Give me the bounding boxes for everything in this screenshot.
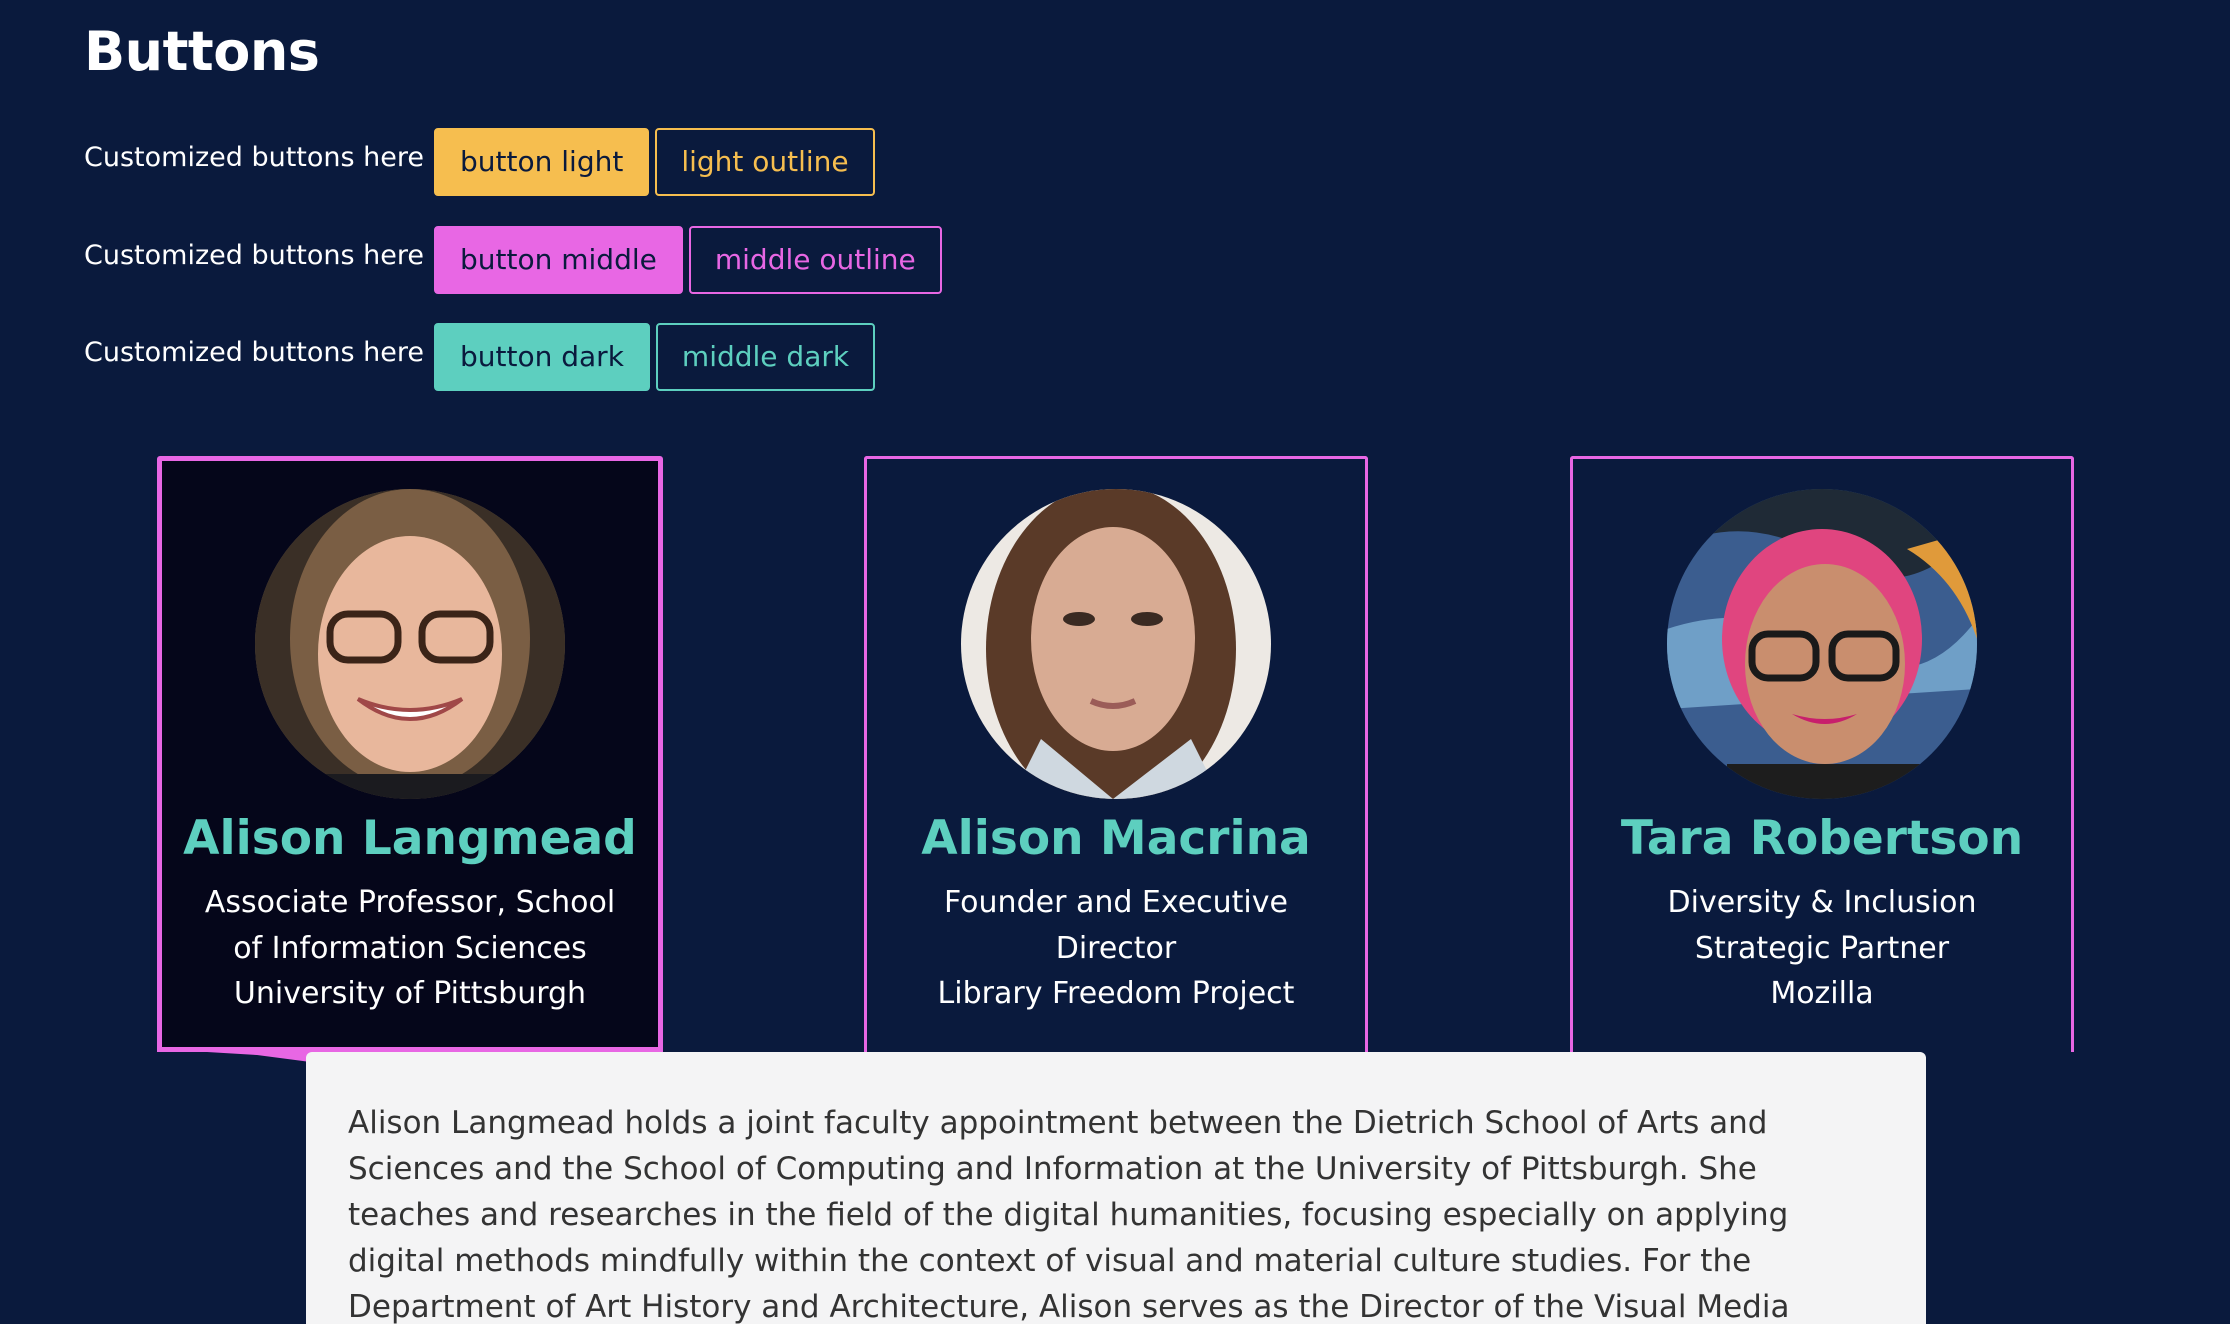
speaker-org: Library Freedom Project — [937, 976, 1295, 1011]
row-label: Customized buttons here — [84, 142, 424, 173]
row-label: Customized buttons here — [84, 337, 424, 368]
middle-outline-button[interactable]: middle outline — [688, 226, 942, 294]
speaker-bio-panel: Alison Langmead holds a joint faculty ap… — [306, 1052, 1926, 1324]
speaker-name: Alison Macrina — [921, 811, 1311, 866]
speaker-photo — [961, 489, 1271, 799]
speaker-name: Tara Robertson — [1620, 811, 2024, 866]
button-row-middle: Customized buttons here button middle mi… — [84, 226, 948, 294]
speaker-photo — [255, 489, 565, 799]
speaker-avatar — [255, 489, 565, 799]
speaker-org: Mozilla — [1770, 976, 1874, 1011]
speaker-avatar — [1667, 489, 1977, 799]
button-row-dark: Customized buttons here button dark midd… — [84, 323, 881, 391]
button-dark[interactable]: button dark — [434, 323, 650, 391]
middle-dark-button[interactable]: middle dark — [655, 323, 876, 391]
speaker-bio-text: Alison Langmead holds a joint faculty ap… — [348, 1105, 1790, 1324]
speaker-name: Alison Langmead — [183, 811, 637, 866]
speaker-photo — [1667, 489, 1977, 799]
speaker-role: Founder and Executive Director — [944, 885, 1288, 966]
light-outline-button[interactable]: light outline — [655, 128, 875, 196]
row-label: Customized buttons here — [84, 240, 424, 271]
page: Buttons Customized buttons here button l… — [0, 0, 2230, 1324]
speaker-role: Diversity & Inclusion Strategic Partner — [1667, 885, 1977, 966]
speaker-card-alison-macrina[interactable]: Alison Macrina Founder and Executive Dir… — [864, 456, 1368, 1052]
button-row-light: Customized buttons here button light lig… — [84, 128, 881, 196]
speaker-card-tara-robertson[interactable]: Tara Robertson Diversity & Inclusion Str… — [1570, 456, 2074, 1052]
speaker-org: University of Pittsburgh — [233, 976, 587, 1011]
speaker-card-alison-langmead[interactable]: Alison Langmead Associate Professor, Sch… — [157, 456, 663, 1052]
speaker-avatar — [961, 489, 1271, 799]
button-middle[interactable]: button middle — [434, 226, 683, 294]
speaker-role: Associate Professor, School of Informati… — [204, 885, 616, 966]
page-title: Buttons — [84, 20, 320, 83]
button-light[interactable]: button light — [434, 128, 650, 196]
